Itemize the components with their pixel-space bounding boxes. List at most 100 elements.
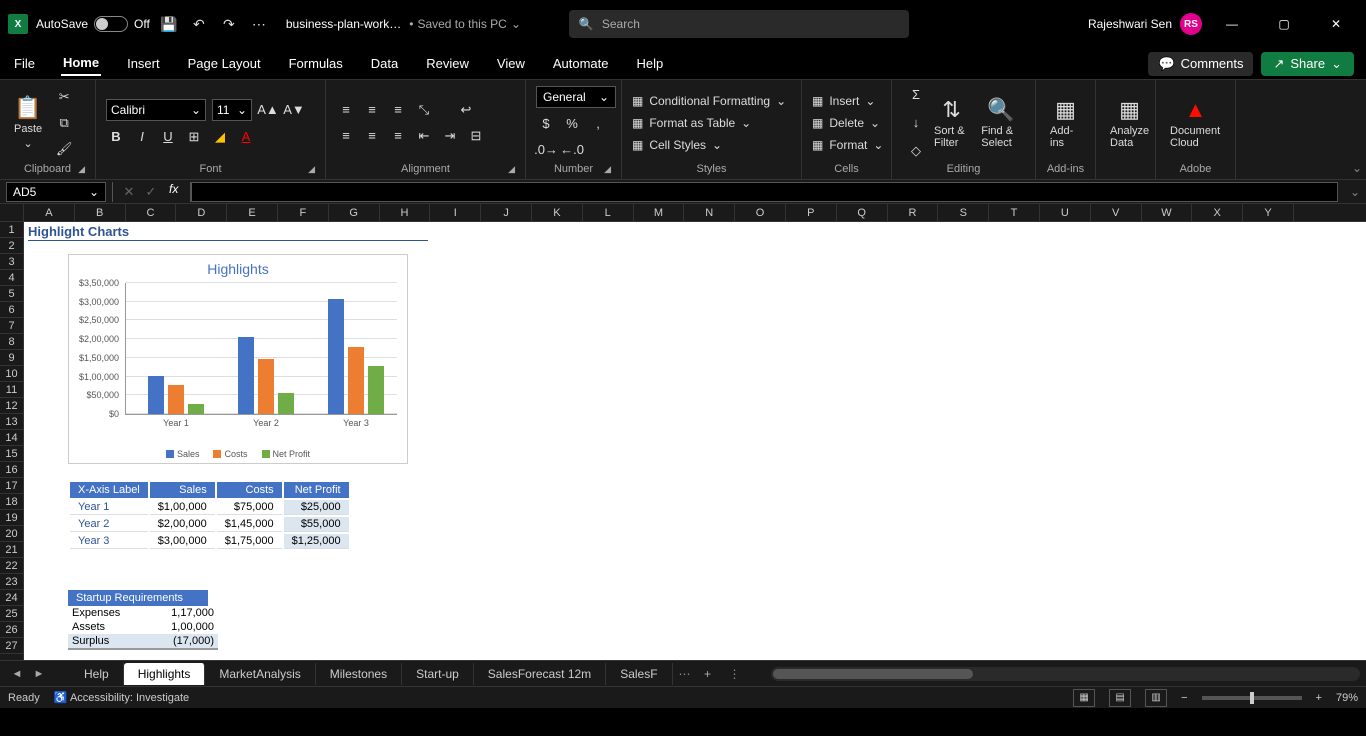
sheet-tab[interactable]: SalesF	[606, 663, 672, 685]
dialog-launcher-icon[interactable]: ◢	[508, 164, 515, 175]
indent-decrease-icon[interactable]: ⇤	[414, 126, 434, 146]
column-header[interactable]: J	[481, 204, 532, 221]
currency-icon[interactable]: $	[536, 114, 556, 134]
column-header[interactable]: P	[786, 204, 837, 221]
align-center-icon[interactable]: ≡	[362, 126, 382, 146]
tab-review[interactable]: Review	[424, 52, 471, 75]
row-header[interactable]: 5	[0, 286, 23, 302]
tab-page-layout[interactable]: Page Layout	[186, 52, 263, 75]
highlights-chart[interactable]: Highlights $0$50,000$1,00,000$1,50,000$2…	[68, 254, 408, 464]
page-break-view-icon[interactable]: ▥	[1145, 689, 1167, 707]
column-header[interactable]: U	[1040, 204, 1091, 221]
row-header[interactable]: 8	[0, 334, 23, 350]
sheet-tab[interactable]: Milestones	[316, 663, 402, 685]
decrease-font-icon[interactable]: A▼	[284, 100, 304, 120]
enter-formula-icon[interactable]: ✓	[141, 182, 161, 202]
column-header[interactable]: C	[126, 204, 177, 221]
normal-view-icon[interactable]: ▦	[1073, 689, 1095, 707]
startup-row[interactable]: Assets1,00,000	[68, 620, 218, 634]
sort-filter-button[interactable]: ⇅Sort & Filter	[930, 95, 973, 151]
column-header[interactable]: Q	[837, 204, 888, 221]
align-right-icon[interactable]: ≡	[388, 126, 408, 146]
expand-formula-icon[interactable]: ⌄	[1344, 185, 1366, 199]
row-header[interactable]: 23	[0, 574, 23, 590]
fx-icon[interactable]: fx	[163, 182, 184, 202]
sheet-tab[interactable]: Highlights	[124, 663, 206, 685]
row-header[interactable]: 18	[0, 494, 23, 510]
column-header[interactable]: B	[75, 204, 126, 221]
row-header[interactable]: 13	[0, 414, 23, 430]
format-as-table-button[interactable]: ▦Format as Table ⌄	[632, 116, 786, 130]
tab-insert[interactable]: Insert	[125, 52, 162, 75]
zoom-slider[interactable]	[1202, 696, 1302, 700]
row-header[interactable]: 14	[0, 430, 23, 446]
row-header[interactable]: 12	[0, 398, 23, 414]
indent-increase-icon[interactable]: ⇥	[440, 126, 460, 146]
font-size-combo[interactable]: 11⌄	[212, 99, 252, 121]
borders-icon[interactable]: ⊞	[184, 127, 204, 147]
share-button[interactable]: ↗ Share ⌄	[1261, 52, 1354, 76]
cancel-formula-icon[interactable]: ✕	[119, 182, 139, 202]
row-header[interactable]: 21	[0, 542, 23, 558]
percent-icon[interactable]: %	[562, 114, 582, 134]
insert-cells-button[interactable]: ▦Insert ⌄	[812, 94, 883, 108]
fill-icon[interactable]: ↓	[906, 113, 926, 133]
autosum-icon[interactable]: Σ	[906, 85, 926, 105]
orientation-icon[interactable]: ⤡	[414, 100, 434, 120]
wrap-text-icon[interactable]: ↩	[456, 100, 476, 120]
column-header[interactable]: D	[176, 204, 227, 221]
cut-icon[interactable]: ✂	[54, 87, 74, 107]
column-header[interactable]: F	[278, 204, 329, 221]
search-input[interactable]: 🔍 Search	[569, 10, 909, 38]
column-header[interactable]: A	[24, 204, 75, 221]
row-header[interactable]: 9	[0, 350, 23, 366]
column-header[interactable]: R	[888, 204, 939, 221]
autosave-toggle[interactable]	[94, 16, 128, 32]
row-header[interactable]: 22	[0, 558, 23, 574]
column-header[interactable]: X	[1192, 204, 1243, 221]
addins-button[interactable]: ▦Add-ins	[1046, 95, 1085, 151]
row-header[interactable]: 20	[0, 526, 23, 542]
row-header[interactable]: 3	[0, 254, 23, 270]
column-header[interactable]: E	[227, 204, 278, 221]
add-sheet-button[interactable]: +	[697, 667, 719, 681]
zoom-level[interactable]: 79%	[1336, 692, 1358, 704]
column-header[interactable]: G	[329, 204, 380, 221]
row-header[interactable]: 10	[0, 366, 23, 382]
document-cloud-button[interactable]: ▲Document Cloud	[1166, 95, 1225, 151]
bold-button[interactable]: B	[106, 127, 126, 147]
row-header[interactable]: 15	[0, 446, 23, 462]
align-top-icon[interactable]: ≡	[336, 100, 356, 120]
dialog-launcher-icon[interactable]: ◢	[604, 164, 611, 175]
row-header[interactable]: 4	[0, 270, 23, 286]
row-header[interactable]: 11	[0, 382, 23, 398]
startup-requirements-table[interactable]: Startup Requirements Expenses1,17,000Ass…	[68, 590, 218, 650]
accessibility-status[interactable]: ♿ Accessibility: Investigate	[54, 691, 189, 704]
increase-decimal-icon[interactable]: .0→	[536, 140, 556, 160]
delete-cells-button[interactable]: ▦Delete ⌄	[812, 116, 883, 130]
paste-button[interactable]: 📋 Paste⌄	[10, 93, 46, 152]
row-header[interactable]: 6	[0, 302, 23, 318]
number-format-combo[interactable]: General⌄	[536, 86, 616, 108]
sheet-nav-prev[interactable]: ◄	[6, 668, 28, 680]
column-header[interactable]: S	[938, 204, 989, 221]
page-layout-view-icon[interactable]: ▤	[1109, 689, 1131, 707]
redo-icon[interactable]: ↷	[218, 13, 240, 35]
column-header[interactable]: T	[989, 204, 1040, 221]
zoom-out-button[interactable]: −	[1181, 692, 1187, 704]
close-button[interactable]: ✕	[1314, 8, 1358, 40]
decrease-decimal-icon[interactable]: ←.0	[562, 140, 582, 160]
tab-formulas[interactable]: Formulas	[287, 52, 345, 75]
cell-styles-button[interactable]: ▦Cell Styles ⌄	[632, 138, 786, 152]
name-box[interactable]: AD5⌄	[6, 182, 106, 202]
analyze-data-button[interactable]: ▦Analyze Data	[1106, 95, 1153, 151]
more-sheets-icon[interactable]: ⋯	[673, 667, 697, 681]
row-header[interactable]: 17	[0, 478, 23, 494]
select-all-corner[interactable]	[0, 204, 24, 221]
row-header[interactable]: 26	[0, 622, 23, 638]
align-left-icon[interactable]: ≡	[336, 126, 356, 146]
font-name-combo[interactable]: Calibri⌄	[106, 99, 206, 121]
column-header[interactable]: W	[1142, 204, 1193, 221]
collapse-ribbon-icon[interactable]: ⌄	[1352, 161, 1362, 175]
highlights-data-table[interactable]: X-Axis LabelSalesCostsNet Profit Year 1$…	[68, 480, 351, 551]
